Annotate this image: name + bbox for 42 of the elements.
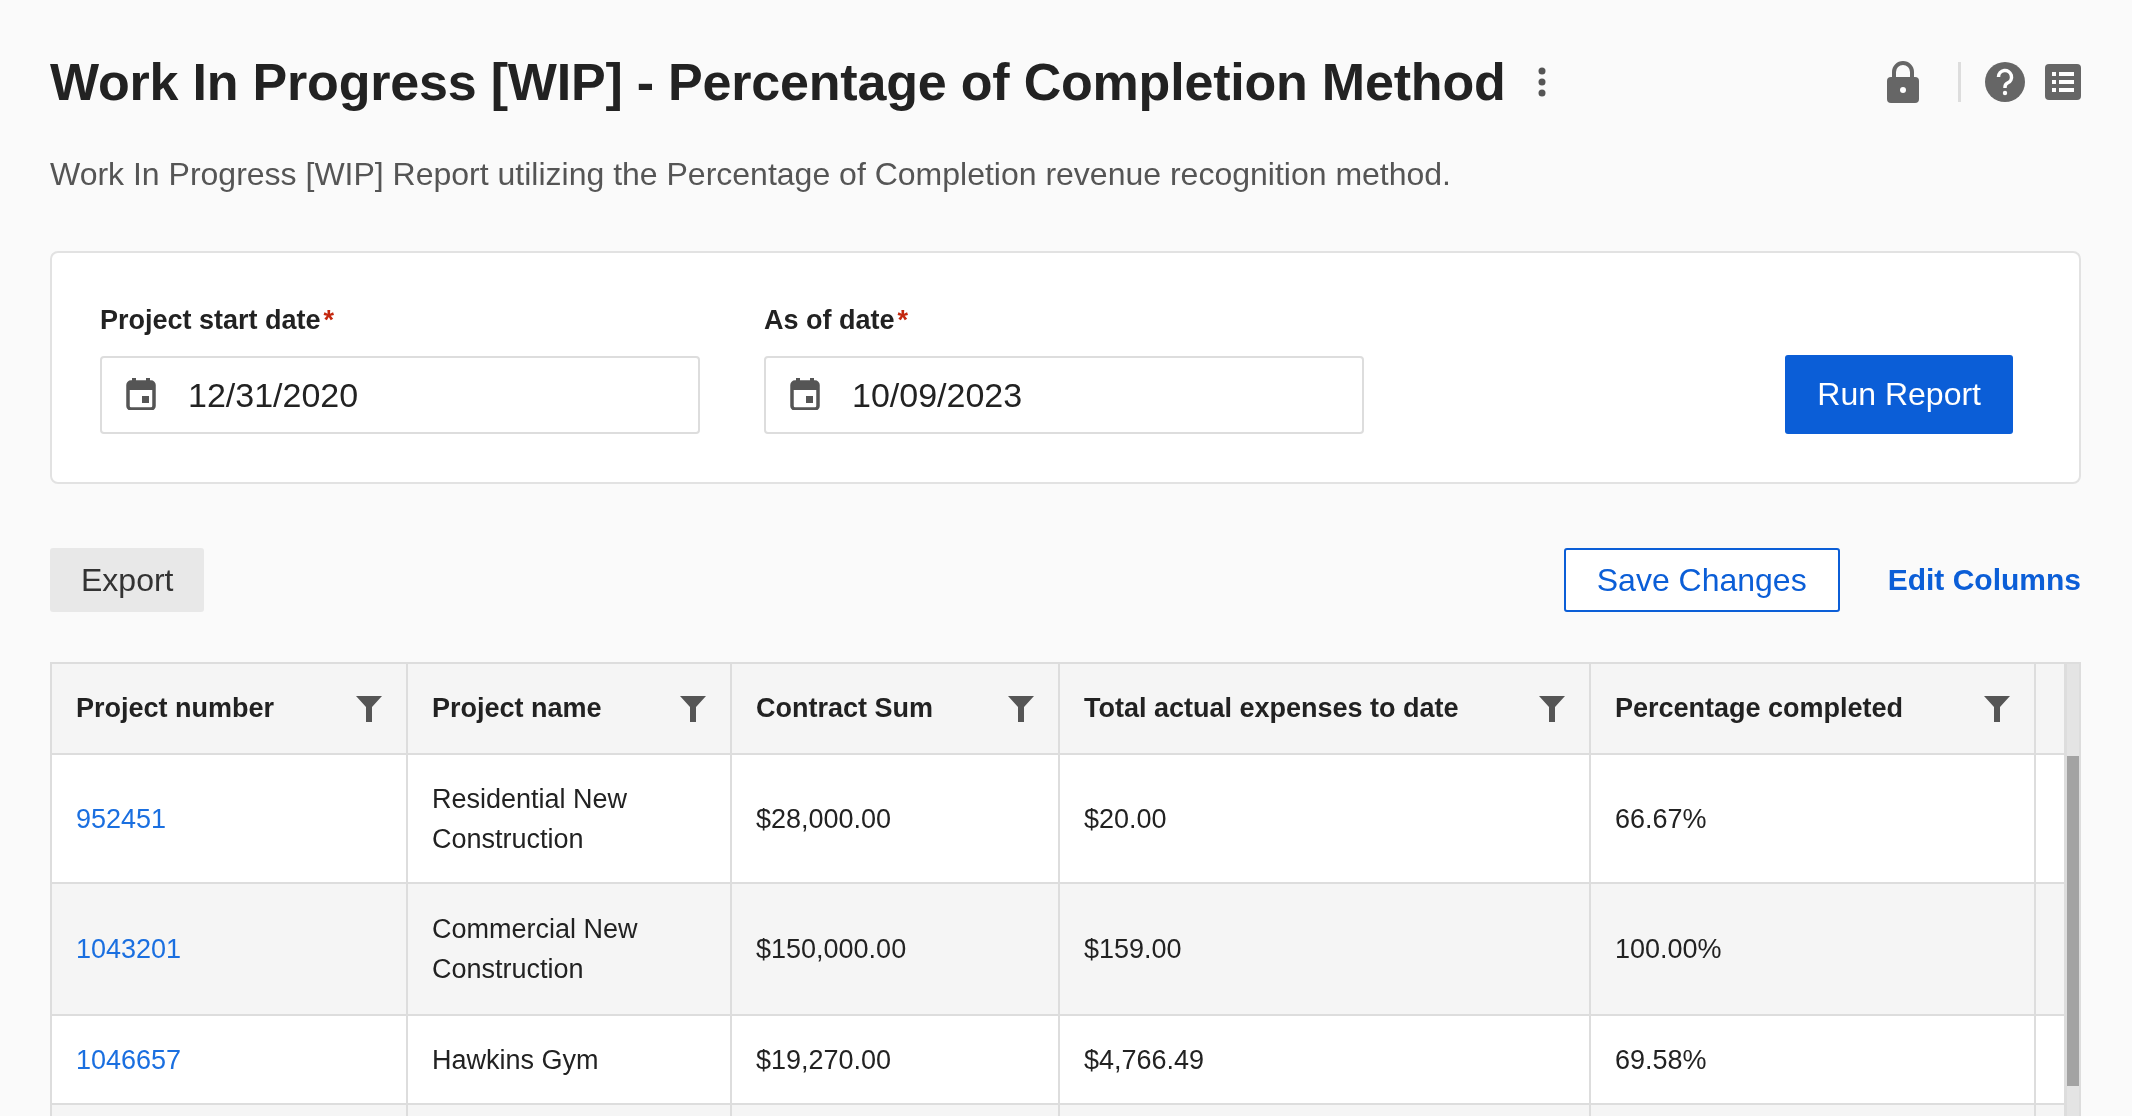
column-header: Total actual expenses to date [1084,693,1459,724]
field-label: As of date* [764,305,910,336]
table-cell: Residential New Construction [432,783,628,854]
export-button[interactable]: Export [50,548,205,612]
filter-icon[interactable] [1984,695,2010,722]
field-label: Project start date* [100,305,336,336]
save-changes-button[interactable]: Save Changes [1563,548,1840,612]
column-header: Contract Sum [756,693,934,724]
table-cell: Commercial New Construction [432,914,638,984]
column-header: Project name [432,693,602,724]
scrollbar-thumb[interactable] [2067,756,2079,1086]
page-description: Work In Progress [WIP] Report utilizing the Percentage of Completion revenue recognition method. [50,156,1452,193]
column-header: Percentage completed [1615,693,1904,724]
date-field[interactable]: 10/09/2023 [764,356,1364,434]
filter-icon[interactable] [1539,695,1565,722]
project-number-link[interactable]: 952451 [76,803,167,834]
project-number-link[interactable]: 1043201 [76,934,182,964]
table-cell: $4,766.49 [1084,1044,1205,1075]
edit-columns-link[interactable]: Edit Columns [1887,563,2081,597]
calendar-icon[interactable] [126,378,156,410]
table-cell: 69.58% [1615,1044,1707,1075]
table-cell: Hawkins Gym [432,1044,599,1075]
table-cell: 100.00% [1615,934,1722,964]
list-icon[interactable] [2045,64,2081,100]
lock-icon[interactable] [1886,61,1920,103]
filter-icon[interactable] [356,695,382,722]
run-report-button[interactable]: Run Report [1785,355,2013,434]
table-cell: $19,270.00 [756,1044,892,1075]
page-title: Work In Progress [WIP] - Percentage of Completion Method [50,52,1506,112]
project-number-link[interactable]: 1046657 [76,1044,182,1075]
more-options-icon[interactable] [1537,67,1546,97]
calendar-icon[interactable] [790,378,820,410]
table-cell: 66.67% [1615,803,1707,834]
filter-icon[interactable] [680,695,706,722]
column-header: Project number [76,693,275,724]
filter-icon[interactable] [1008,695,1034,722]
help-icon[interactable] [1985,62,2025,102]
date-field[interactable]: 12/31/2020 [100,356,700,434]
table-cell: $20.00 [1084,803,1167,834]
table-cell: $28,000.00 [756,803,892,834]
table-cell: $159.00 [1084,934,1182,964]
table-cell: $150,000.00 [756,934,907,964]
